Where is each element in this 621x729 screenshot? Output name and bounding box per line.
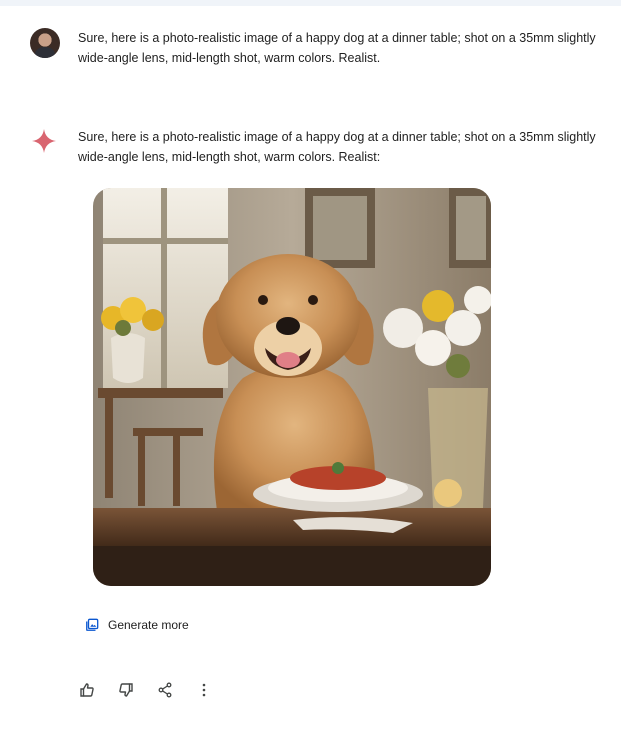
generate-more-label: Generate more (108, 618, 189, 632)
model-response: Sure, here is a photo-realistic image of… (30, 127, 598, 167)
image-stack-icon (86, 618, 99, 631)
more-options-button[interactable] (195, 681, 213, 699)
gemini-sparkle-icon (32, 129, 56, 153)
user-avatar[interactable] (30, 28, 60, 58)
response-actions (78, 681, 234, 699)
thumbs-up-button[interactable] (78, 681, 96, 699)
share-button[interactable] (156, 681, 174, 699)
share-icon (158, 682, 172, 698)
thumbs-down-button[interactable] (117, 681, 135, 699)
user-message: Sure, here is a photo-realistic image of… (30, 28, 598, 68)
more-vert-icon (202, 683, 206, 697)
thumbs-down-icon (119, 683, 133, 697)
generated-image[interactable] (93, 188, 491, 586)
user-message-text: Sure, here is a photo-realistic image of… (78, 31, 596, 65)
thumbs-up-icon (80, 683, 94, 697)
chat-panel: Sure, here is a photo-realistic image of… (0, 6, 621, 729)
generate-more-button[interactable]: Generate more (85, 618, 189, 632)
model-response-text: Sure, here is a photo-realistic image of… (78, 130, 596, 164)
